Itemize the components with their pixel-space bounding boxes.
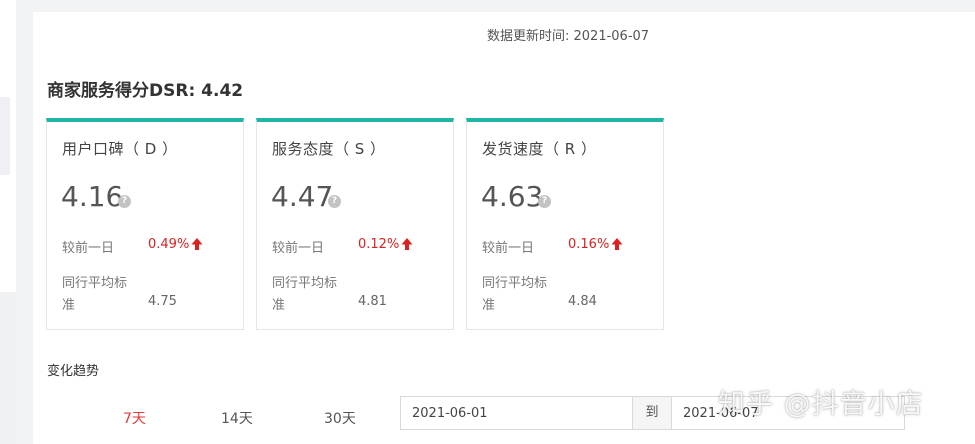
date-separator: 到: [632, 397, 672, 429]
card-score: 4.63: [481, 180, 544, 213]
avg-value: 4.75: [148, 294, 177, 309]
trend-title: 变化趋势: [47, 364, 100, 379]
left-panel-selected-item[interactable]: [0, 97, 10, 175]
change-value: 0.12%: [358, 237, 400, 252]
question-circle-icon[interactable]: ?: [538, 195, 551, 208]
change-value: 0.16%: [568, 237, 610, 252]
avg-label-line1: 同行平均标: [62, 276, 128, 291]
score-card-d: 用户口碑（ D ） 4.16 ? 较前一日 0.49% 同行平均标 准 4.75: [46, 118, 244, 330]
arrow-up-icon: [191, 238, 203, 250]
change-value: 0.49%: [148, 237, 190, 252]
card-score: 4.47: [271, 180, 334, 213]
avg-value: 4.81: [358, 294, 387, 309]
tab-14-days[interactable]: 14天: [221, 408, 253, 428]
question-circle-icon[interactable]: ?: [118, 195, 131, 208]
avg-label-line1: 同行平均标: [482, 276, 548, 291]
card-title: 用户口碑（ D ）: [62, 140, 178, 158]
score-card-r: 发货速度（ R ） 4.63 ? 较前一日 0.16% 同行平均标 准 4.84: [466, 118, 664, 330]
avg-label-line2: 准: [482, 298, 496, 313]
arrow-up-icon: [401, 238, 413, 250]
card-title: 发货速度（ R ）: [482, 140, 597, 158]
change-label: 较前一日: [62, 241, 115, 256]
score-card-s: 服务态度（ S ） 4.47 ? 较前一日 0.12% 同行平均标 准 4.81: [256, 118, 454, 330]
avg-label-line2: 准: [272, 298, 286, 313]
start-date-input[interactable]: [401, 397, 632, 429]
watermark: 知乎 @抖音小店: [718, 389, 924, 420]
tab-7-days[interactable]: 7天: [123, 408, 146, 428]
change-label: 较前一日: [482, 241, 535, 256]
avg-value: 4.84: [568, 294, 597, 309]
avg-label-line2: 准: [62, 298, 76, 313]
card-score: 4.16: [61, 180, 124, 213]
card-title: 服务态度（ S ）: [272, 140, 386, 158]
change-label: 较前一日: [272, 241, 325, 256]
dsr-title: 商家服务得分DSR: 4.42: [47, 81, 244, 101]
question-circle-icon[interactable]: ?: [328, 195, 341, 208]
avg-label-line1: 同行平均标: [272, 276, 338, 291]
dsr-panel: 数据更新时间: 2021-06-07 商家服务得分DSR: 4.42 用户口碑（…: [33, 12, 975, 444]
arrow-up-icon: [611, 238, 623, 250]
tab-30-days[interactable]: 30天: [324, 408, 356, 428]
update-time: 数据更新时间: 2021-06-07: [487, 29, 650, 44]
